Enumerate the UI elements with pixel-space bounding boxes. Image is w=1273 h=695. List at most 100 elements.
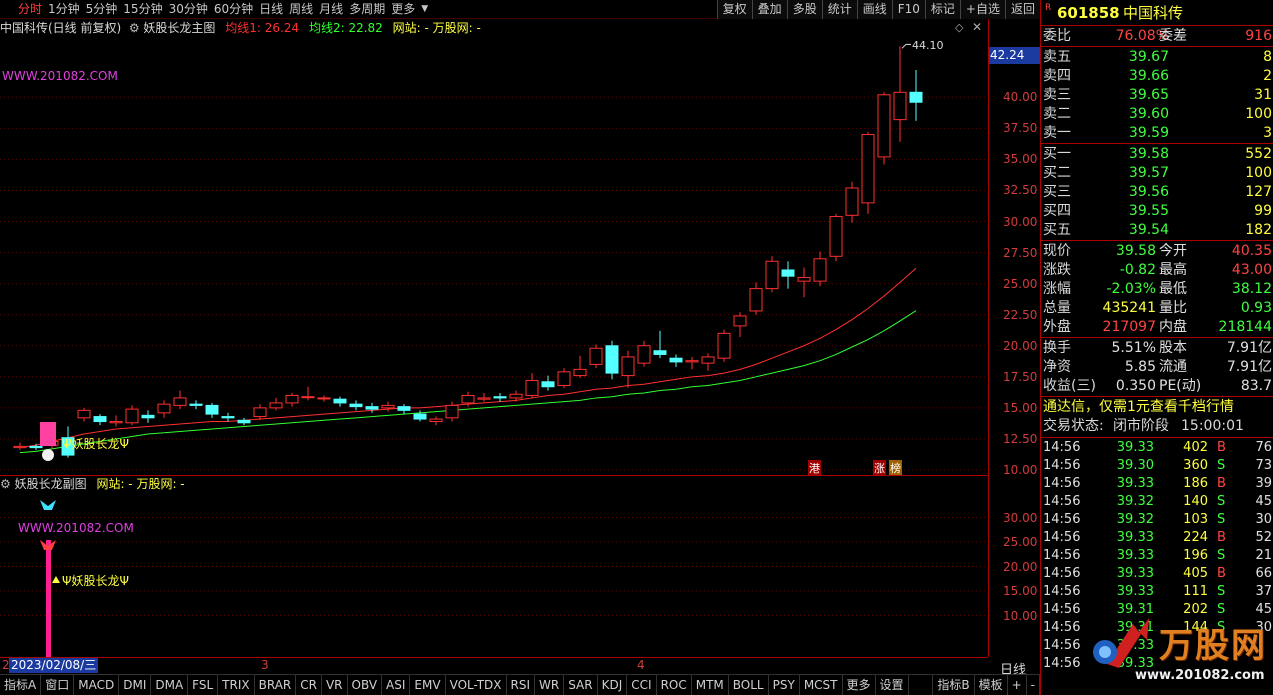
candle[interactable] — [653, 330, 667, 359]
indicator-tab[interactable]: MTM — [692, 675, 729, 695]
indicator-tab[interactable]: BOLL — [729, 675, 769, 695]
minus-icon[interactable]: - — [1027, 675, 1040, 695]
candle[interactable] — [285, 392, 299, 407]
indicator-tab[interactable]: EMV — [410, 675, 446, 695]
candle[interactable] — [237, 417, 251, 426]
candle[interactable] — [381, 401, 395, 412]
candle[interactable] — [429, 416, 443, 426]
candle[interactable] — [765, 256, 779, 293]
bid-row[interactable]: 买一 39.58 552 — [1041, 145, 1273, 164]
period-tab[interactable]: 60分钟 — [211, 0, 256, 19]
bid-row[interactable]: 买二 39.57 100 — [1041, 164, 1273, 183]
period-tab[interactable]: 周线 — [286, 0, 316, 19]
candle[interactable] — [301, 386, 315, 401]
indicator-tab[interactable]: SAR — [564, 675, 598, 695]
sub-indicator-chart[interactable] — [0, 493, 988, 657]
gear-icon[interactable]: ⚙ — [125, 21, 140, 35]
multi-stock-button[interactable]: 多股 — [786, 0, 822, 19]
tick-row[interactable]: 14:56 39.32 140 S 45 — [1041, 493, 1273, 511]
tick-row[interactable]: 14:56 39.33 402 B 76 — [1041, 439, 1273, 457]
ask-row[interactable]: 卖一 39.59 3 — [1041, 124, 1273, 143]
candle[interactable] — [13, 442, 27, 451]
indicator-tab[interactable]: 设置 — [876, 675, 909, 695]
candle[interactable] — [813, 251, 827, 287]
tick-row[interactable]: 14:56 39.33 111 S 37 — [1041, 583, 1273, 601]
candle[interactable] — [173, 390, 187, 410]
candle[interactable] — [93, 414, 107, 426]
indicator-tab[interactable]: CCI — [627, 675, 657, 695]
indicator-tab[interactable]: BRAR — [255, 675, 297, 695]
close-icon[interactable]: ✕ — [972, 20, 982, 34]
candle[interactable] — [861, 132, 875, 215]
candle[interactable] — [317, 395, 331, 402]
ad-text[interactable]: 通达信，仅需1元查看千档行情 — [1043, 398, 1234, 417]
candle[interactable] — [269, 397, 283, 411]
period-tab-more[interactable]: 更多 — [388, 0, 418, 19]
candle[interactable] — [557, 368, 571, 388]
tag-board[interactable]: 榜 — [889, 460, 902, 476]
indicator-tab[interactable]: WR — [535, 675, 565, 695]
tag-limit-up[interactable]: 涨 — [873, 460, 886, 476]
candle[interactable] — [893, 46, 907, 142]
candle[interactable] — [845, 181, 859, 223]
f10-button[interactable]: F10 — [891, 0, 925, 19]
candle[interactable] — [477, 392, 491, 402]
candle[interactable] — [77, 407, 91, 422]
candle[interactable] — [365, 402, 379, 413]
indicator-tab[interactable]: MACD — [74, 675, 120, 695]
indicator-tab[interactable]: MCST — [800, 675, 843, 695]
indicator-tab[interactable]: KDJ — [598, 675, 628, 695]
indicator-tab[interactable]: 窗口 — [41, 675, 75, 695]
candle[interactable] — [349, 400, 363, 411]
indicator-tab[interactable]: ROC — [657, 675, 692, 695]
indicator-tab[interactable]: DMI — [119, 675, 152, 695]
candle[interactable] — [621, 350, 635, 388]
back-button[interactable]: 返回 — [1004, 0, 1040, 19]
adjust-button[interactable]: 复权 — [716, 0, 752, 19]
overlay-button[interactable]: 叠加 — [751, 0, 787, 19]
period-tab[interactable]: 15分钟 — [120, 0, 165, 19]
tick-row[interactable]: 14:56 39.32 103 S 30 — [1041, 511, 1273, 529]
add-watchlist-button[interactable]: +自选 — [959, 0, 1005, 19]
candle[interactable] — [109, 415, 123, 427]
period-tab[interactable]: 1分钟 — [45, 0, 83, 19]
indicator-tab[interactable]: VOL-TDX — [446, 675, 507, 695]
candle[interactable] — [333, 396, 347, 407]
indicator-tab[interactable]: VR — [322, 675, 348, 695]
candle[interactable] — [157, 400, 171, 418]
bid-row[interactable]: 买三 39.56 127 — [1041, 183, 1273, 202]
candle[interactable] — [717, 329, 731, 362]
candle[interactable] — [749, 282, 763, 315]
indicator-tab[interactable]: 指标A — [0, 675, 42, 695]
indicator-tab[interactable]: TRIX — [218, 675, 255, 695]
candle[interactable] — [781, 261, 795, 289]
candle[interactable] — [637, 340, 651, 367]
indicator-tab[interactable]: CR — [296, 675, 322, 695]
candle[interactable] — [493, 392, 507, 402]
period-tab[interactable]: 月线 — [316, 0, 346, 19]
candle[interactable] — [205, 402, 219, 418]
tick-row[interactable]: 14:56 39.33 196 S 21 — [1041, 547, 1273, 565]
candle[interactable] — [877, 92, 891, 165]
template-tab[interactable]: 模板 — [975, 675, 1008, 695]
candle[interactable] — [829, 214, 843, 262]
period-tab[interactable]: 分时 — [0, 0, 45, 19]
bid-row[interactable]: 买四 39.55 99 — [1041, 202, 1273, 221]
indicator-name[interactable]: 妖股长龙主图 — [143, 21, 215, 35]
indicator-tab[interactable]: PSY — [769, 675, 800, 695]
sub-indicator-name[interactable]: 妖股长龙副图 — [15, 477, 87, 491]
ask-row[interactable]: 卖五 39.67 8 — [1041, 48, 1273, 67]
candle[interactable] — [797, 267, 811, 298]
candle[interactable] — [397, 404, 411, 415]
bid-row[interactable]: 买五 39.54 182 — [1041, 221, 1273, 240]
candle[interactable] — [253, 404, 267, 421]
gear-icon[interactable]: ⚙ — [0, 477, 11, 491]
candle[interactable] — [605, 340, 619, 380]
period-tab[interactable]: 日线 — [256, 0, 286, 19]
indicator-tab[interactable]: OBV — [348, 675, 383, 695]
indicator-b-tab[interactable]: 指标B — [932, 675, 975, 695]
diamond-icon[interactable]: ◇ — [955, 21, 963, 34]
ask-row[interactable]: 卖四 39.66 2 — [1041, 67, 1273, 86]
candle[interactable] — [733, 312, 747, 338]
draw-line-button[interactable]: 画线 — [856, 0, 892, 19]
